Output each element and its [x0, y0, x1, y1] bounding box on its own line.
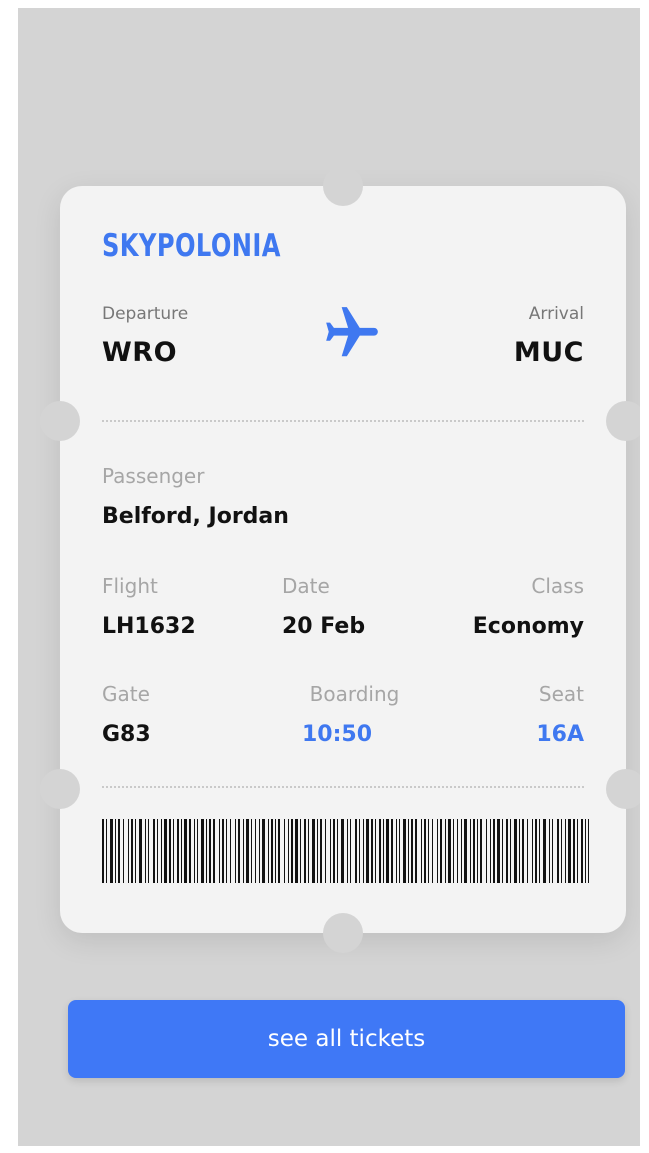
- ticket-divider-bottom: [102, 786, 584, 788]
- barcode: [102, 819, 589, 883]
- gate-value: G83: [102, 722, 151, 747]
- airplane-icon: [326, 307, 378, 357]
- flight-label: Flight: [102, 574, 158, 598]
- arrival-label: Arrival: [528, 304, 584, 324]
- airline-logo: SKYPOLONIA: [102, 228, 281, 264]
- ticket-notch-left-upper: [40, 401, 80, 441]
- arrival-code: MUC: [513, 337, 584, 368]
- ticket-notch-left-lower: [40, 769, 80, 809]
- ticket-notch-top: [323, 166, 363, 206]
- passenger-label: Passenger: [102, 464, 205, 488]
- seat-value: 16A: [536, 722, 584, 747]
- boarding-pass-card: SKYPOLONIA Departure WRO Arrival MUC Pas…: [40, 166, 640, 953]
- ticket-notch-right-lower: [606, 769, 640, 809]
- seat-label: Seat: [538, 682, 584, 706]
- ticket-divider-top: [102, 420, 584, 422]
- ticket-notch-right-upper: [606, 401, 640, 441]
- gate-label: Gate: [102, 682, 150, 706]
- departure-code: WRO: [102, 337, 178, 368]
- boarding-label: Boarding: [309, 682, 400, 706]
- app-screen: SKYPOLONIA Departure WRO Arrival MUC Pas…: [18, 8, 640, 1146]
- flight-number: LH1632: [102, 614, 196, 639]
- flight-date: 20 Feb: [282, 614, 366, 639]
- travel-class: Economy: [472, 614, 584, 639]
- class-label: Class: [531, 574, 584, 598]
- boarding-time: 10:50: [301, 722, 373, 747]
- see-all-tickets-button[interactable]: see all tickets: [68, 1000, 625, 1078]
- date-label: Date: [282, 574, 330, 598]
- departure-label: Departure: [102, 304, 189, 324]
- ticket-notch-bottom: [323, 913, 363, 953]
- passenger-name: Belford, Jordan: [102, 504, 289, 529]
